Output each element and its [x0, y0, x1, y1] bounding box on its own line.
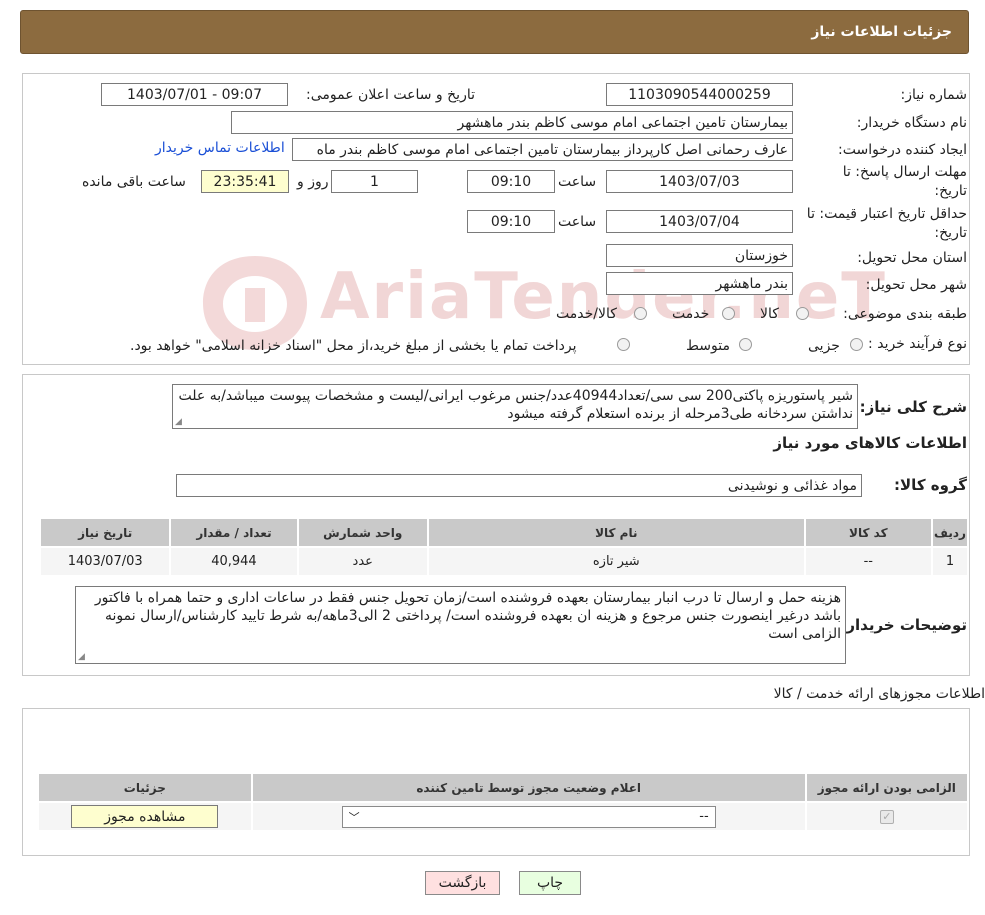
announce-date-field: 1403/07/01 - 09:07: [101, 83, 288, 106]
table-row: 1 -- شیر تازه عدد 40,944 1403/07/03: [38, 546, 970, 577]
chevron-down-icon: ﹀: [348, 810, 360, 824]
category-radio-service[interactable]: [722, 307, 735, 320]
price-validity-date-field: 1403/07/04: [606, 210, 793, 233]
category-option-service: خدمت: [672, 306, 710, 322]
buyer-org-label: نام دستگاه خریدار:: [856, 115, 967, 131]
category-radio-goods[interactable]: [796, 307, 809, 320]
deadline-date-field: 1403/07/03: [606, 170, 793, 193]
required-checkbox-icon: ✓: [879, 810, 894, 824]
need-number-field: 1103090544000259: [606, 83, 793, 106]
col-row: ردیف: [930, 517, 970, 548]
resize-grip-icon[interactable]: ◢: [175, 418, 182, 427]
col-permit-status: اعلام وضعیت مجوز توسط تامین کننده: [250, 772, 807, 803]
price-validity-label-2: تاریخ:: [934, 225, 967, 241]
category-option-goods: کالا: [760, 306, 779, 322]
category-option-goods-service: کالا/خدمت: [556, 306, 617, 322]
remaining-time-field: 23:35:41: [201, 170, 289, 193]
buyer-notes-textarea[interactable]: هزینه حمل و ارسال تا درب انبار بیمارستان…: [75, 586, 846, 664]
remaining-days-field: 1: [331, 170, 418, 193]
cell-unit: عدد: [296, 546, 429, 577]
process-radio-medium[interactable]: [739, 338, 752, 351]
remaining-label: ساعت باقی مانده: [82, 174, 186, 190]
city-field: بندر ماهشهر: [606, 272, 793, 295]
permit-status-value: --: [699, 809, 709, 824]
cell-permit-details: مشاهده مجوز: [37, 801, 253, 832]
process-radio-minor[interactable]: [850, 338, 863, 351]
announce-date-label: تاریخ و ساعت اعلان عمومی:: [306, 87, 475, 103]
description-textarea[interactable]: شیر پاستوریزه پاکتی200 سی سی/تعداد40944ع…: [172, 384, 858, 429]
cell-permit-status: -- ﹀: [250, 801, 807, 832]
city-label: شهر محل تحویل:: [865, 277, 967, 293]
need-number-label: شماره نیاز:: [900, 87, 968, 103]
view-permit-button[interactable]: مشاهده مجوز: [71, 805, 219, 828]
category-label: طبقه بندی موضوعی:: [843, 306, 967, 322]
col-name: نام کالا: [426, 517, 806, 548]
process-note: پرداخت تمام یا بخشی از مبلغ خرید،از محل …: [130, 338, 577, 354]
col-unit: واحد شمارش: [296, 517, 429, 548]
province-field: خوزستان: [606, 244, 793, 267]
page-title: جزئیات اطلاعات نیاز: [811, 24, 952, 40]
goods-table-wrapper: ردیف کد کالا نام کالا واحد شمارش تعداد /…: [38, 517, 970, 577]
process-type-label: نوع فرآیند خرید :: [868, 336, 967, 352]
cell-name: شیر تازه: [426, 546, 806, 577]
requester-field: عارف رحمانی اصل کارپرداز بیمارستان تامین…: [292, 138, 793, 161]
treasury-checkbox[interactable]: [617, 338, 630, 351]
col-permit-details: جزئیات: [37, 772, 253, 803]
price-validity-label: حداقل تاریخ اعتبار قیمت: تا: [806, 206, 967, 222]
col-quantity: تعداد / مقدار: [169, 517, 299, 548]
col-date: تاریخ نیاز: [38, 517, 172, 548]
permits-table-header: الزامی بودن ارائه مجوز اعلام وضعیت مجوز …: [37, 772, 970, 803]
permits-table: الزامی بودن ارائه مجوز اعلام وضعیت مجوز …: [37, 772, 970, 832]
province-label: استان محل تحویل:: [857, 250, 967, 266]
deadline-time-field: 09:10: [467, 170, 555, 193]
buyer-notes-label: توضیحات خریدار:: [840, 616, 967, 634]
cell-permit-required: ✓: [804, 801, 970, 832]
permit-status-select[interactable]: -- ﹀: [341, 805, 716, 828]
deadline-label: مهلت ارسال پاسخ: تا: [842, 164, 967, 180]
goods-group-field: مواد غذائی و نوشیدنی: [176, 474, 862, 497]
buyer-contact-link[interactable]: اطلاعات تماس خریدار: [155, 140, 285, 156]
description-text: شیر پاستوریزه پاکتی200 سی سی/تعداد40944ع…: [178, 388, 853, 422]
goods-table: ردیف کد کالا نام کالا واحد شمارش تعداد /…: [38, 517, 970, 577]
price-validity-time-label: ساعت: [558, 214, 597, 230]
buyer-notes-text: هزینه حمل و ارسال تا درب انبار بیمارستان…: [94, 590, 841, 642]
deadline-time-label: ساعت: [558, 174, 597, 190]
cell-code: --: [803, 546, 933, 577]
cell-quantity: 40,944: [169, 546, 299, 577]
table-row: ✓ -- ﹀ مشاهده مجوز: [37, 801, 970, 832]
deadline-label-2: تاریخ:: [934, 183, 967, 199]
process-option-medium: متوسط: [686, 338, 730, 354]
requester-label: ایجاد کننده درخواست:: [838, 142, 967, 158]
back-button[interactable]: بازگشت: [425, 871, 500, 895]
process-option-minor: جزیی: [808, 338, 840, 354]
cell-row: 1: [930, 546, 970, 577]
category-radio-goods-service[interactable]: [634, 307, 647, 320]
days-label: روز و: [297, 174, 329, 190]
resize-grip-icon[interactable]: ◢: [78, 653, 85, 662]
goods-group-label: گروه کالا:: [894, 476, 967, 494]
goods-section-title: اطلاعات کالاهای مورد نیاز: [773, 434, 967, 452]
print-button[interactable]: چاپ: [519, 871, 581, 895]
col-code: کد کالا: [803, 517, 933, 548]
permits-section-title: اطلاعات مجوزهای ارائه خدمت / کالا: [773, 686, 985, 702]
page-header: جزئیات اطلاعات نیاز: [20, 10, 969, 54]
cell-date: 1403/07/03: [38, 546, 172, 577]
goods-table-header: ردیف کد کالا نام کالا واحد شمارش تعداد /…: [38, 517, 970, 548]
buyer-org-field: بیمارستان تامین اجتماعی امام موسی کاظم ب…: [231, 111, 793, 134]
permits-table-wrapper: الزامی بودن ارائه مجوز اعلام وضعیت مجوز …: [37, 772, 970, 832]
col-permit-required: الزامی بودن ارائه مجوز: [804, 772, 970, 803]
price-validity-time-field: 09:10: [467, 210, 555, 233]
description-label: شرح کلی نیاز:: [859, 398, 967, 416]
